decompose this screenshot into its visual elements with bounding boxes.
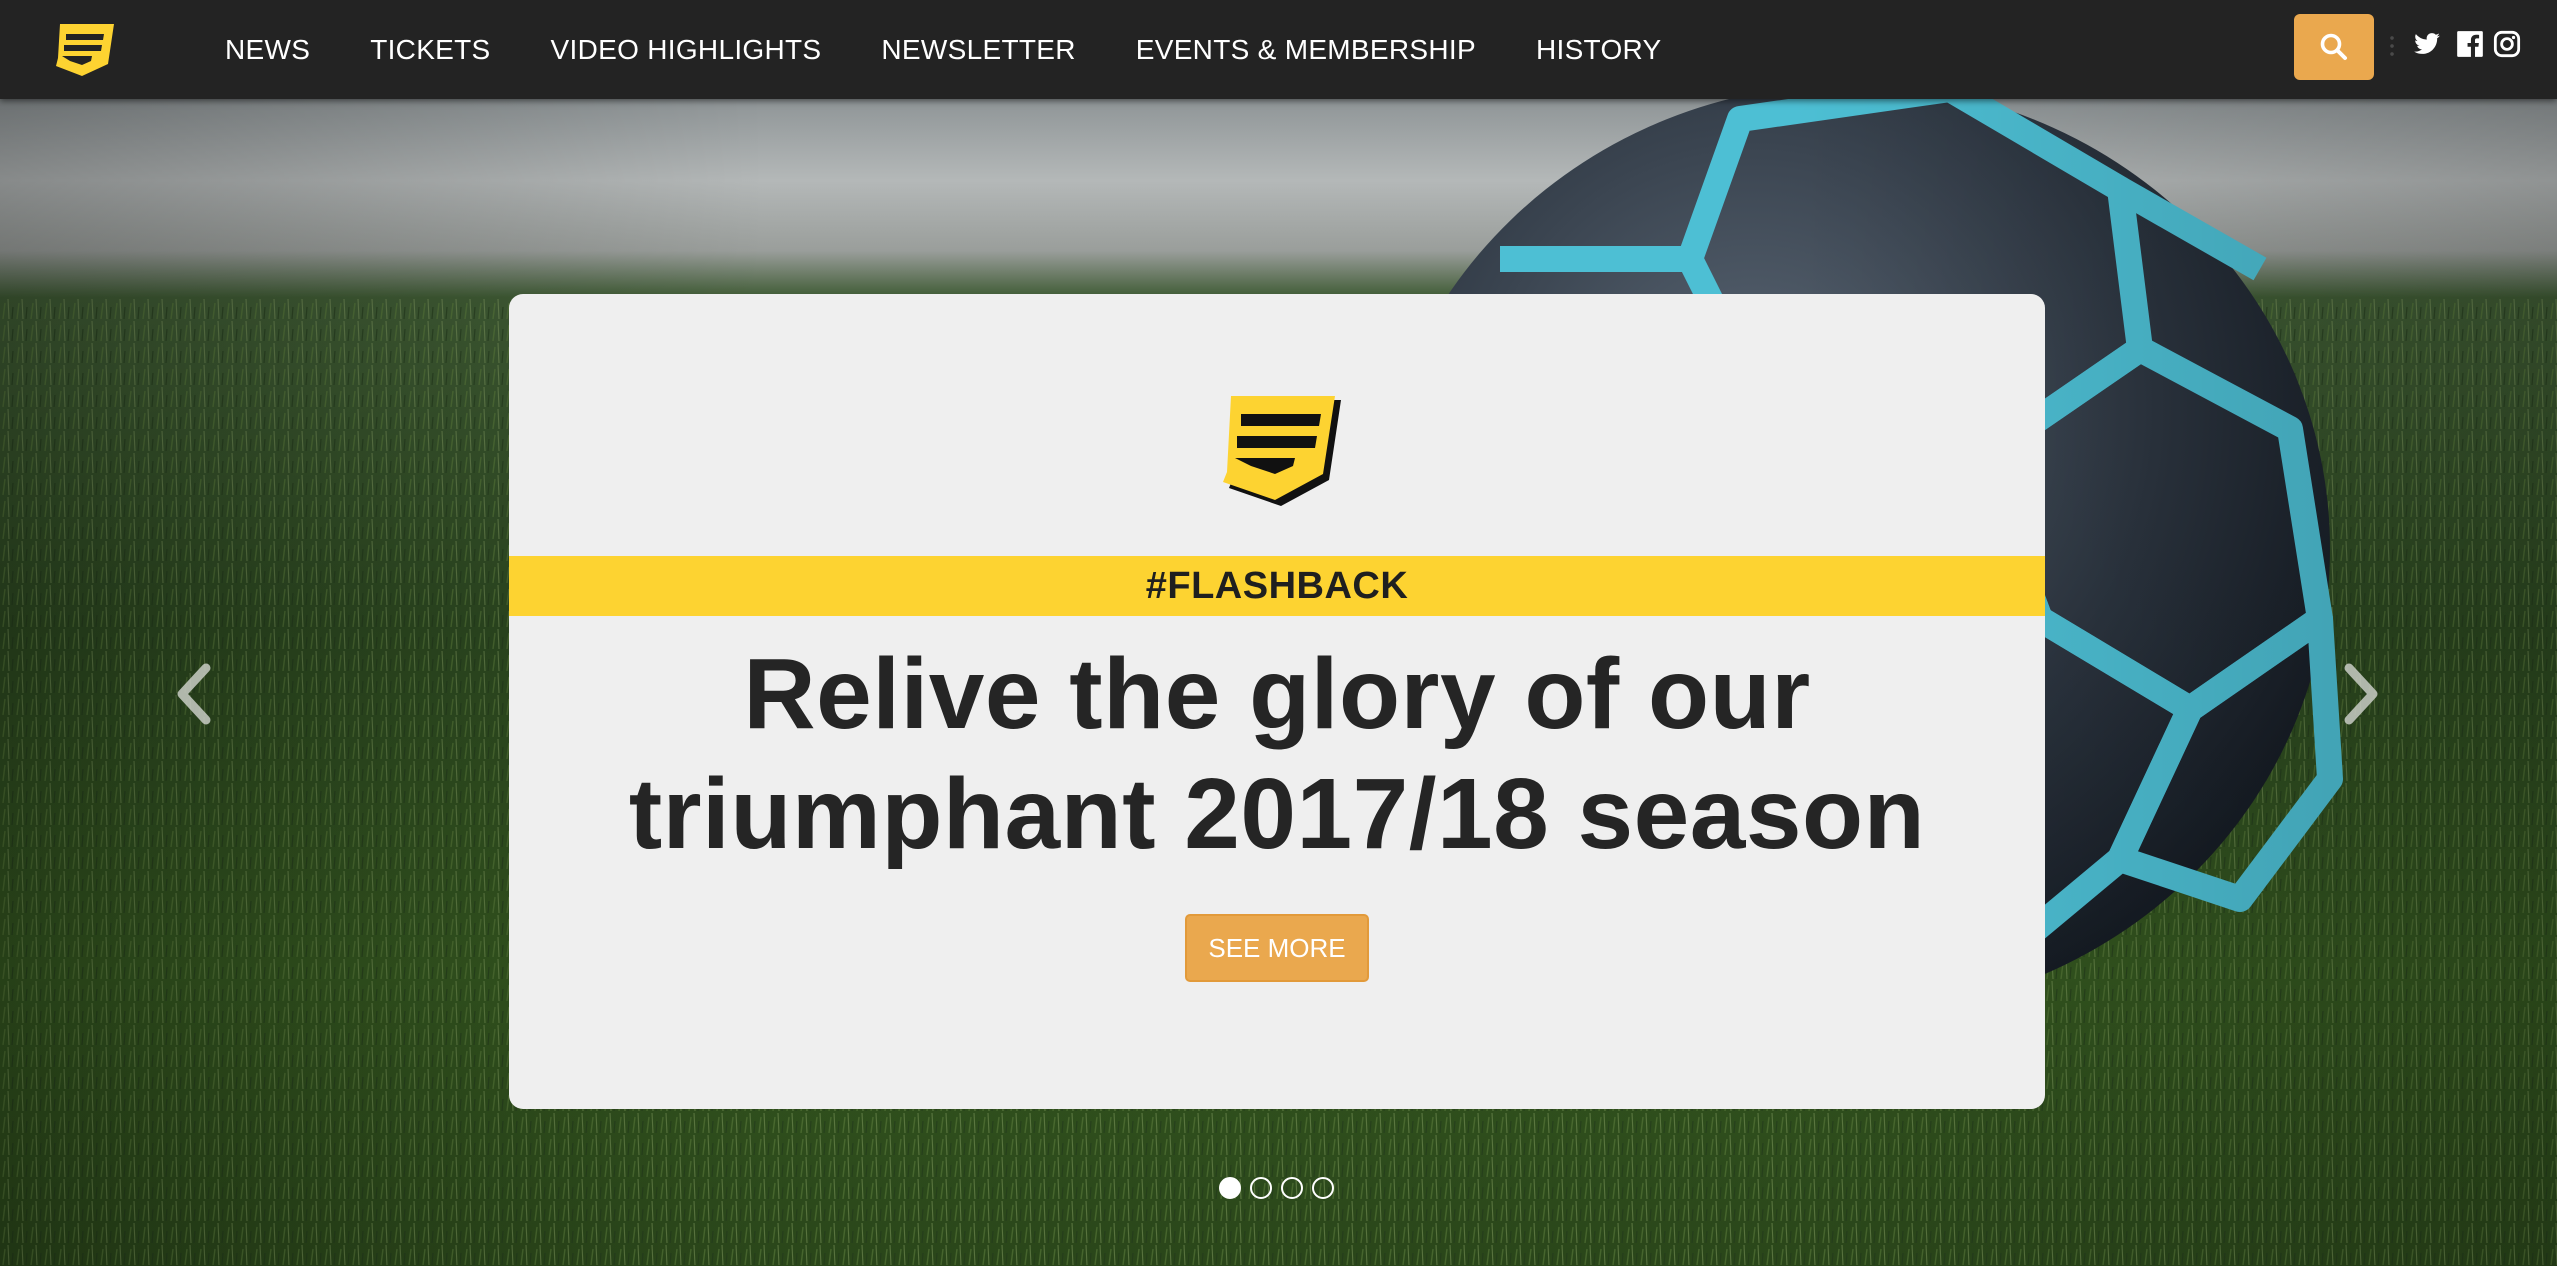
hero-carousel: #FLASHBACK Relive the glory of our trium… (0, 99, 2557, 1266)
css3-shield-logo-icon (1223, 396, 1341, 506)
hero-card: #FLASHBACK Relive the glory of our trium… (509, 294, 2045, 1109)
hero-headline: Relive the glory of our triumphant 2017/… (628, 638, 1926, 870)
nav-link-video-highlights[interactable]: VIDEO HIGHLIGHTS (551, 34, 822, 66)
see-more-button[interactable]: SEE MORE (1185, 914, 1369, 982)
nav-divider (2390, 34, 2394, 60)
carousel-prev-arrow-icon[interactable] (170, 654, 220, 734)
carousel-dot-4[interactable] (1312, 1177, 1334, 1199)
nav-link-history[interactable]: HISTORY (1536, 34, 1662, 66)
carousel-next-arrow-icon[interactable] (2335, 654, 2385, 734)
flashback-tag-band: #FLASHBACK (509, 556, 2045, 616)
carousel-indicators (1219, 1175, 1343, 1201)
carousel-dot-3[interactable] (1281, 1177, 1303, 1199)
main-nav: NEWS TICKETS VIDEO HIGHLIGHTS NEWSLETTER… (225, 0, 1722, 99)
top-nav: NEWS TICKETS VIDEO HIGHLIGHTS NEWSLETTER… (0, 0, 2557, 99)
nav-link-newsletter[interactable]: NEWSLETTER (881, 34, 1075, 66)
search-button[interactable] (2294, 14, 2374, 80)
nav-link-tickets[interactable]: TICKETS (370, 34, 490, 66)
flashback-tag: #FLASHBACK (1145, 564, 1409, 607)
carousel-dot-1[interactable] (1219, 1177, 1241, 1199)
css3-logo-icon[interactable] (52, 20, 116, 78)
facebook-icon[interactable] (2456, 30, 2484, 58)
nav-link-events-membership[interactable]: EVENTS & MEMBERSHIP (1136, 34, 1476, 66)
carousel-dot-2[interactable] (1250, 1177, 1272, 1199)
search-icon (2320, 33, 2347, 60)
instagram-icon[interactable] (2493, 30, 2521, 58)
twitter-icon[interactable] (2413, 30, 2441, 58)
nav-link-news[interactable]: NEWS (225, 34, 310, 66)
